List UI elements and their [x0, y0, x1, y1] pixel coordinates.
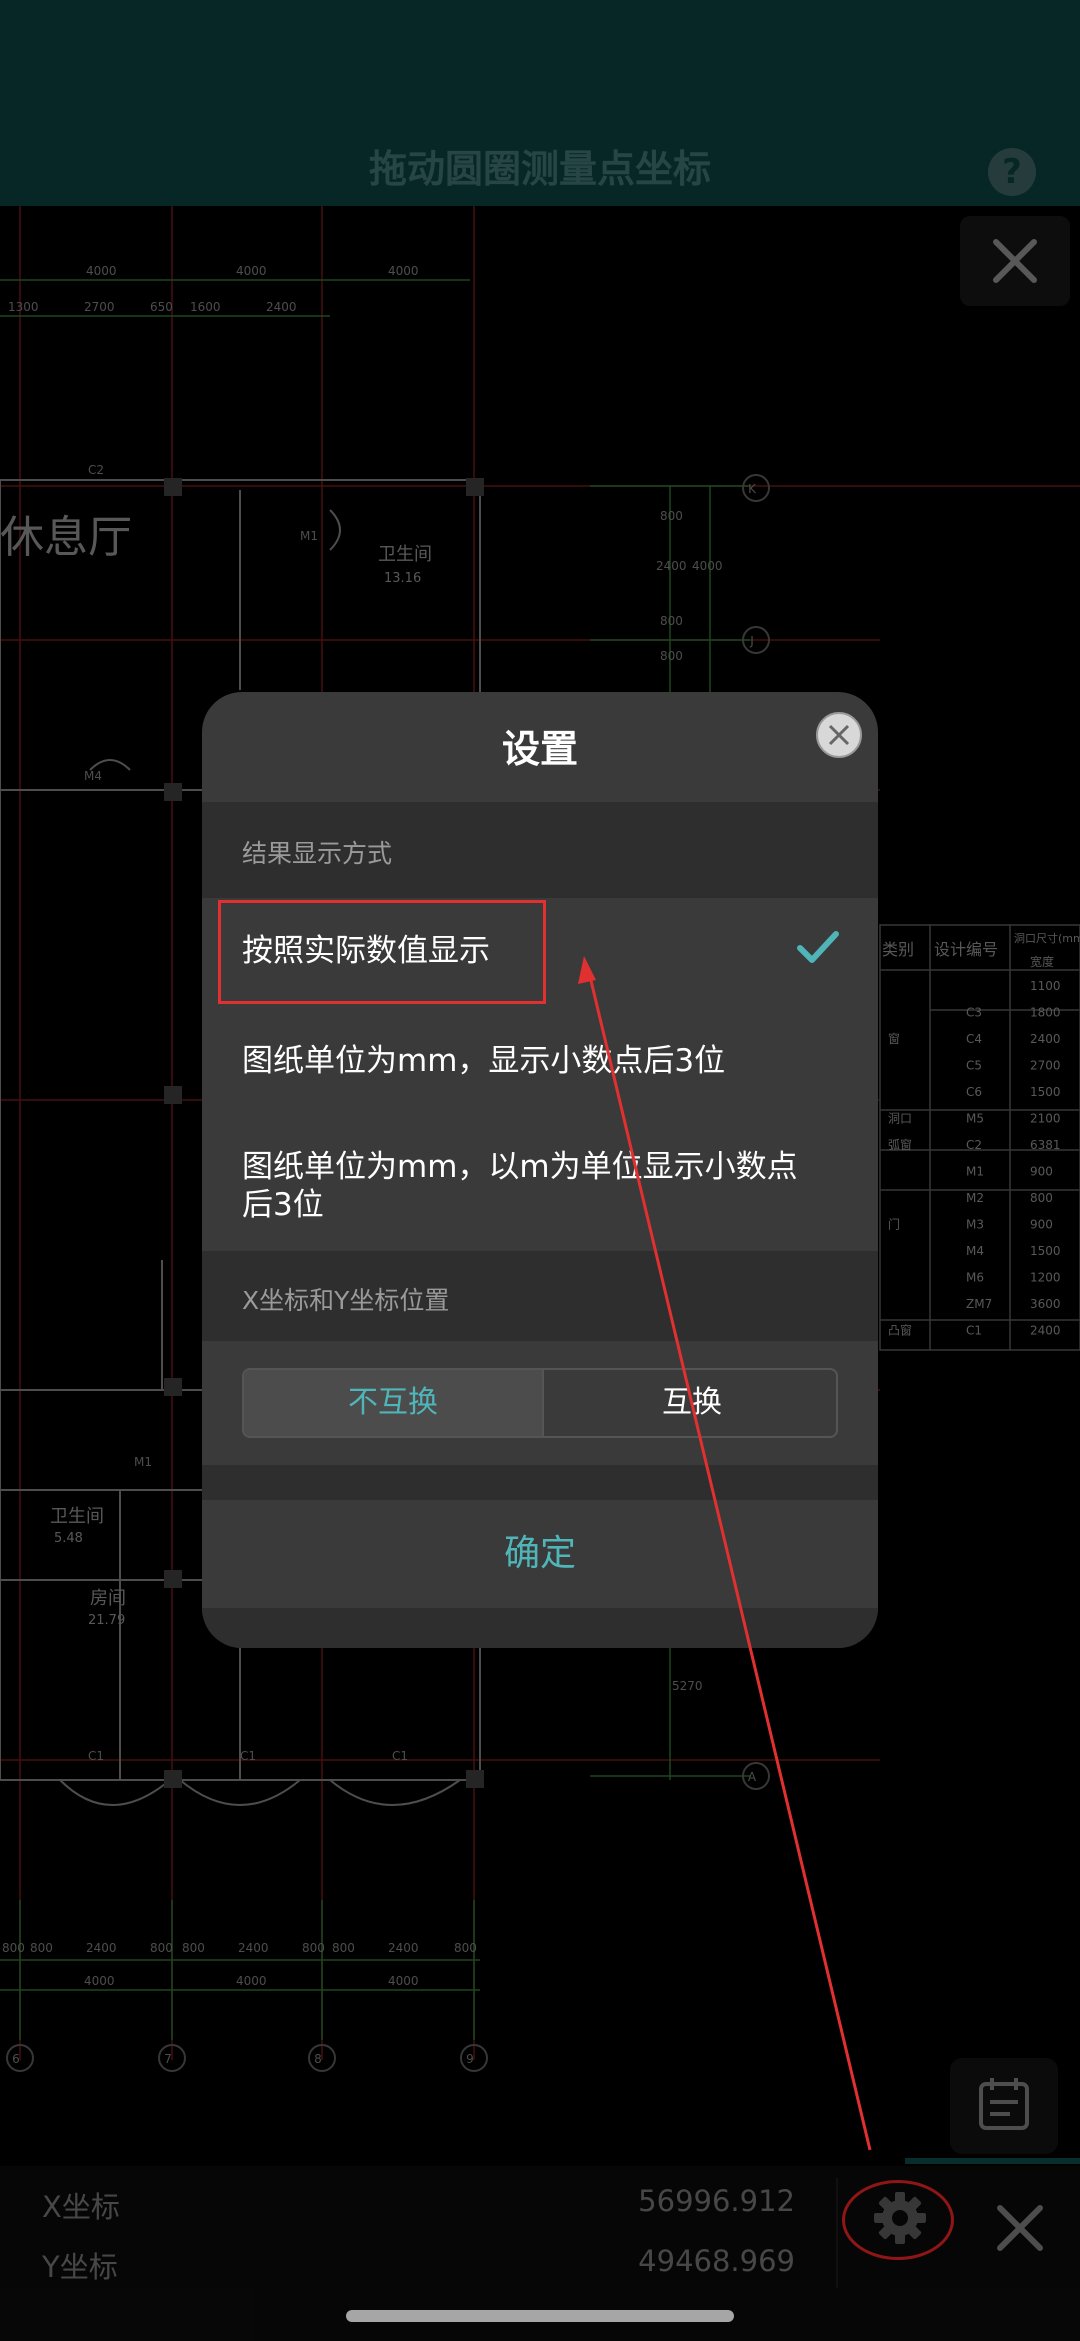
- dialog-footer: [202, 1608, 878, 1648]
- section-spacer: [202, 1465, 878, 1500]
- dialog-close-button[interactable]: [816, 712, 862, 758]
- section-label: X坐标和Y坐标位置: [242, 1286, 450, 1315]
- segment-no-swap[interactable]: 不互换: [244, 1370, 542, 1436]
- confirm-button[interactable]: 确定: [202, 1500, 878, 1608]
- settings-dialog: 设置 结果显示方式 按照实际数值显示 图纸单位为mm，显示小数点后3位 图纸单位…: [202, 692, 878, 1648]
- segment-swap[interactable]: 互换: [542, 1370, 836, 1436]
- dialog-title: 设置: [501, 727, 578, 771]
- section-header-display-mode: 结果显示方式: [202, 802, 878, 898]
- annotation-highlight-box: [218, 900, 546, 1004]
- close-icon: [828, 724, 850, 746]
- option-mm-3-decimals[interactable]: 图纸单位为mm，显示小数点后3位: [242, 1042, 802, 1080]
- section-header-xy-position: X坐标和Y坐标位置: [202, 1251, 878, 1341]
- option-m-3-decimals[interactable]: 图纸单位为mm，以m为单位显示小数点后3位: [242, 1148, 802, 1224]
- xy-swap-segmented-control: 不互换 互换: [242, 1368, 838, 1438]
- app-screen: 拖动圆圈测量点坐标 ? 4000 4000 4000 1300 2700 650…: [0, 0, 1080, 2341]
- section-label: 结果显示方式: [242, 839, 393, 868]
- checkmark-icon: [797, 931, 839, 963]
